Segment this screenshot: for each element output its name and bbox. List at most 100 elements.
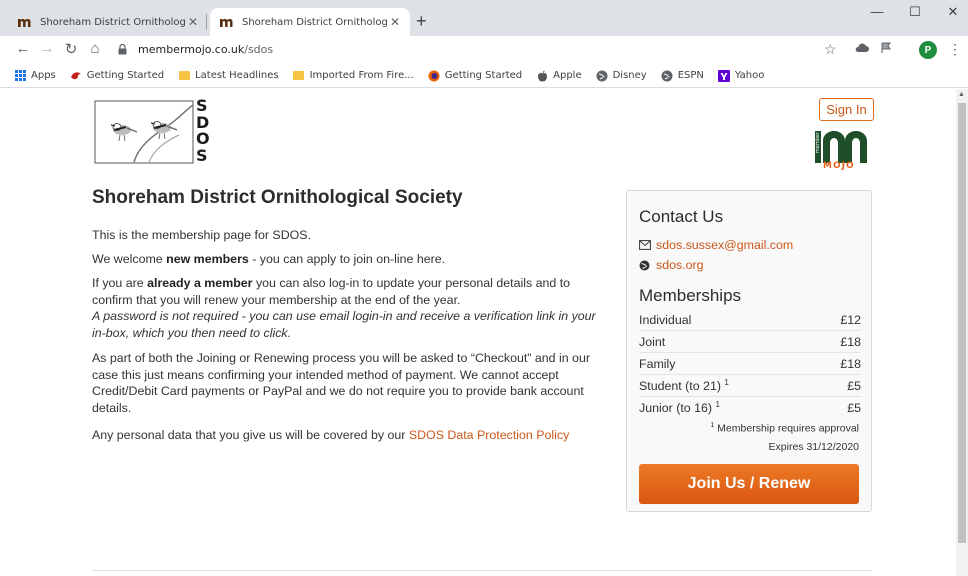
globe-icon bbox=[639, 260, 653, 271]
bookmark-label: Latest Headlines bbox=[195, 70, 279, 81]
apple-icon bbox=[536, 70, 548, 82]
membership-name: Joint bbox=[639, 334, 666, 349]
maximize-icon[interactable]: ☐ bbox=[900, 4, 930, 20]
membership-price: £12 bbox=[840, 312, 861, 327]
contact-email-link[interactable]: sdos.sussex@gmail.com bbox=[639, 238, 793, 252]
address-bar[interactable]: membermojo.co.uk/sdos bbox=[118, 38, 658, 60]
welcome-text: We welcome new members - you can apply t… bbox=[92, 251, 612, 268]
approval-note-text: Membership requires approval bbox=[714, 422, 859, 435]
password-note: A password is not required - you can use… bbox=[92, 309, 596, 340]
globe-icon bbox=[596, 70, 608, 82]
membership-row-family: Family £18 bbox=[639, 353, 861, 375]
reload-icon[interactable]: ↻ bbox=[62, 40, 80, 58]
intro-text: This is the membership page for SDOS. bbox=[92, 228, 311, 242]
apps-grid-icon bbox=[14, 70, 26, 82]
cloud-extension-icon[interactable] bbox=[855, 41, 869, 57]
close-tab-icon[interactable]: ✕ bbox=[186, 15, 200, 29]
membermojo-favicon-icon bbox=[16, 15, 34, 29]
membership-price: £5 bbox=[847, 401, 861, 415]
membermojo-favicon-icon bbox=[218, 15, 236, 29]
home-icon[interactable]: ⌂ bbox=[86, 40, 104, 57]
data-protection-policy-link[interactable]: SDOS Data Protection Policy bbox=[409, 428, 569, 442]
text-fragment: If you are bbox=[92, 276, 148, 290]
close-window-icon[interactable]: ✕ bbox=[938, 4, 968, 20]
bookmark-label: Imported From Fire... bbox=[309, 70, 414, 81]
lock-icon bbox=[118, 43, 132, 55]
browser-tab-1[interactable]: Shoreham District Ornithological ✕ bbox=[8, 8, 208, 36]
membership-row-student: Student (to 21) 1 £5 bbox=[639, 375, 861, 397]
minimize-icon[interactable]: — bbox=[862, 4, 892, 19]
yahoo-icon bbox=[717, 69, 730, 82]
text-fragment: Any personal data that you give us will … bbox=[92, 428, 409, 442]
membership-card: Contact Us sdos.sussex@gmail.com sdos.or… bbox=[626, 190, 872, 512]
bookmark-disney[interactable]: Disney bbox=[596, 70, 647, 82]
membership-name: Individual bbox=[639, 312, 692, 327]
close-tab-icon[interactable]: ✕ bbox=[388, 15, 402, 29]
email-address: sdos.sussex@gmail.com bbox=[656, 238, 794, 252]
browser-toolbar: ← → ↻ ⌂ membermojo.co.uk/sdos ☆ bbox=[0, 36, 968, 64]
membership-name: Student (to 21) 1 bbox=[639, 378, 729, 393]
back-arrow-icon[interactable]: ← bbox=[14, 40, 32, 57]
bookmark-label: Disney bbox=[612, 70, 647, 81]
text-fragment: We welcome bbox=[92, 252, 167, 266]
already-member-bold: already a member bbox=[147, 276, 253, 290]
bookmark-espn[interactable]: ESPN bbox=[661, 70, 704, 82]
footer-divider bbox=[92, 570, 872, 571]
bookmark-label: ESPN bbox=[677, 70, 704, 81]
bookmark-apple[interactable]: Apple bbox=[536, 70, 582, 82]
page-content: S D O S Sign In member MOJO Shoreham Dis… bbox=[0, 89, 956, 576]
envelope-icon bbox=[639, 240, 653, 250]
data-protection-text: Any personal data that you give us will … bbox=[92, 427, 612, 444]
website-link[interactable]: sdos.org bbox=[639, 258, 704, 272]
checkout-text: As part of both the Joining or Renewing … bbox=[92, 351, 590, 415]
join-renew-button[interactable]: Join Us / Renew bbox=[639, 464, 859, 504]
bookmark-imported-from-firefox[interactable]: Imported From Fire... bbox=[293, 70, 414, 82]
bookmark-getting-started[interactable]: Getting Started bbox=[70, 70, 164, 82]
sign-in-button[interactable]: Sign In bbox=[819, 98, 874, 121]
folder-icon bbox=[293, 70, 305, 82]
new-tab-button[interactable]: + bbox=[416, 11, 427, 32]
membership-name-text: Student (to 21) bbox=[639, 379, 721, 394]
mojo-side-text: member bbox=[815, 132, 821, 154]
firefox-icon bbox=[428, 70, 440, 82]
tab-title: Shoreham District Ornithological bbox=[40, 16, 186, 28]
sdos-logo-letters: S D O S bbox=[196, 97, 210, 165]
folder-icon bbox=[178, 70, 190, 82]
tab-divider bbox=[206, 14, 207, 30]
text-fragment: - you can apply to join on-line here. bbox=[248, 252, 446, 266]
profile-initial: P bbox=[924, 44, 932, 56]
logo-letter: S bbox=[196, 145, 208, 165]
profile-avatar[interactable]: P bbox=[919, 41, 937, 59]
bookmark-star-icon[interactable]: ☆ bbox=[824, 41, 837, 58]
bookmarks-bar: Apps Getting Started Latest Headlines Im… bbox=[0, 64, 968, 88]
bookmark-label: Getting Started bbox=[444, 70, 523, 81]
bookmark-apps[interactable]: Apps bbox=[14, 70, 56, 82]
globe-icon bbox=[661, 70, 673, 82]
membermojo-logo[interactable]: member MOJO bbox=[815, 129, 873, 171]
bookmark-latest-headlines[interactable]: Latest Headlines bbox=[178, 70, 279, 82]
tab-title: Shoreham District Ornithological bbox=[242, 16, 388, 28]
membership-name-text: Junior (to 16) bbox=[639, 401, 713, 416]
page-scrollbar[interactable]: ▲ bbox=[956, 89, 968, 576]
browser-tab-2-active[interactable]: Shoreham District Ornithological ✕ bbox=[210, 8, 410, 36]
memberships-heading: Memberships bbox=[639, 286, 742, 305]
membership-name: Junior (to 16) 1 bbox=[639, 400, 720, 415]
page-title: Shoreham District Ornithological Society bbox=[92, 187, 463, 208]
flag-extension-icon[interactable] bbox=[880, 41, 892, 57]
footnote-marker: 1 bbox=[724, 377, 729, 387]
forward-arrow-icon[interactable]: → bbox=[38, 40, 56, 57]
browser-menu-icon[interactable]: ⋮ bbox=[948, 41, 962, 58]
membership-price: £5 bbox=[847, 378, 861, 393]
membership-row-individual: Individual £12 bbox=[639, 309, 861, 331]
bookmark-getting-started-firefox[interactable]: Getting Started bbox=[428, 70, 522, 82]
bookmark-label: Apps bbox=[31, 70, 56, 81]
bookmark-label: Apple bbox=[553, 70, 582, 81]
scrollbar-thumb[interactable] bbox=[958, 103, 966, 543]
url-domain: membermojo.co.uk bbox=[138, 42, 245, 56]
website-url: sdos.org bbox=[656, 258, 704, 272]
membership-name: Family bbox=[639, 356, 676, 371]
bookmark-label: Yahoo bbox=[734, 70, 765, 81]
bookmark-yahoo[interactable]: Yahoo bbox=[717, 69, 765, 82]
new-members-bold: new members bbox=[166, 252, 249, 266]
scroll-up-arrow-icon[interactable]: ▲ bbox=[958, 91, 965, 98]
